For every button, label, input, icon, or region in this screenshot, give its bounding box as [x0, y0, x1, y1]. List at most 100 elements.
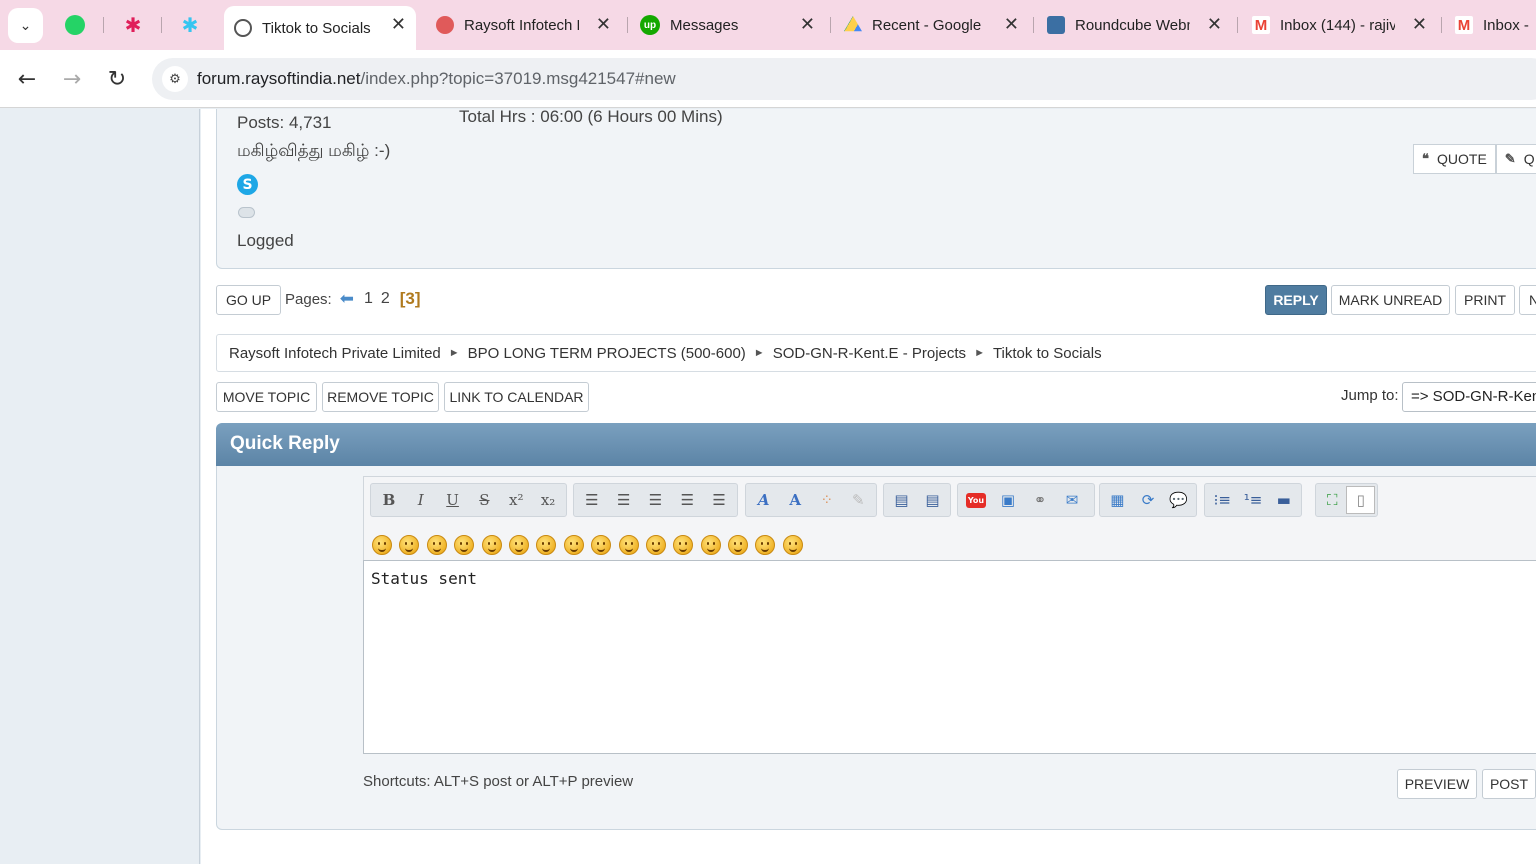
shocked-icon[interactable]: [536, 535, 557, 555]
tab-tiktok-to-socials[interactable]: Tiktok to Socials ✕: [224, 6, 416, 50]
youtube-icon[interactable]: You: [960, 486, 992, 514]
kiss-icon[interactable]: [755, 535, 776, 555]
back-button[interactable]: ←: [10, 62, 44, 96]
print-button[interactable]: PRINT: [1455, 285, 1515, 315]
mark-unread-button[interactable]: MARK UNREAD: [1331, 285, 1450, 315]
bold-icon[interactable]: B: [373, 486, 405, 514]
logged-label: Logged: [237, 231, 294, 250]
roll-eyes-icon[interactable]: [618, 535, 639, 555]
italic-icon[interactable]: I: [405, 486, 437, 514]
personal-message-icon[interactable]: [238, 207, 255, 218]
tab-roundcube-webmail[interactable]: Roundcube Webm ✕: [1047, 0, 1232, 50]
source-mode-icon[interactable]: ▯: [1346, 486, 1375, 514]
angry-icon[interactable]: [481, 535, 502, 555]
skype-icon[interactable]: S: [237, 174, 258, 195]
align-right-icon[interactable]: ☰: [671, 486, 703, 514]
strikethrough-icon[interactable]: S: [468, 486, 500, 514]
close-icon[interactable]: ✕: [800, 15, 815, 33]
move-topic-button[interactable]: MOVE TOPIC: [216, 382, 317, 412]
insert-image-icon[interactable]: ▣: [992, 486, 1024, 514]
subscript-icon[interactable]: x₂: [532, 486, 564, 514]
pinned-tab-slack-1[interactable]: ✱: [118, 10, 148, 40]
code-button-group: ▦ ⟳ 💬: [1099, 483, 1197, 517]
roundcube-icon: [1047, 16, 1065, 34]
breadcrumb-link-board-index[interactable]: Raysoft Infotech Private Limited: [229, 345, 441, 362]
smile-icon[interactable]: [372, 535, 392, 555]
close-icon[interactable]: ✕: [1412, 15, 1427, 33]
maximize-icon[interactable]: ⛶: [1318, 486, 1346, 514]
tab-gmail-inbox-2[interactable]: M Inbox -: [1455, 0, 1536, 50]
insert-table-icon[interactable]: ▦: [1102, 486, 1133, 514]
insert-link-icon[interactable]: ⚭: [1024, 486, 1056, 514]
page-left-margin: [0, 109, 200, 864]
forward-button[interactable]: →: [55, 62, 89, 96]
notify-button[interactable]: N: [1519, 285, 1536, 315]
page-link-1[interactable]: 1: [364, 290, 373, 308]
pre-align-icon[interactable]: ☰: [576, 486, 608, 514]
pinned-tab-slack-2[interactable]: ✱: [175, 10, 205, 40]
huh-icon[interactable]: [591, 535, 612, 555]
cool-icon[interactable]: [563, 535, 584, 555]
previous-page-icon[interactable]: ⬅: [340, 289, 354, 309]
reload-button[interactable]: ↻: [100, 62, 134, 96]
lips-sealed-icon[interactable]: [700, 535, 721, 555]
remove-format-icon[interactable]: ✎: [843, 486, 875, 514]
remove-topic-button[interactable]: REMOVE TOPIC: [322, 382, 439, 412]
breadcrumb-link-topic[interactable]: Tiktok to Socials: [993, 345, 1102, 362]
address-bar[interactable]: ⚙ forum.raysoftindia.net/index.php?topic…: [152, 58, 1536, 100]
cry-icon[interactable]: [782, 535, 803, 555]
underline-icon[interactable]: U: [437, 486, 469, 514]
preview-button[interactable]: PREVIEW: [1397, 769, 1477, 799]
insert-email-icon[interactable]: ✉: [1056, 486, 1088, 514]
pinned-tab-whatsapp[interactable]: [60, 10, 90, 40]
embarrassed-icon[interactable]: [673, 535, 694, 555]
float-right-icon[interactable]: ▤: [917, 486, 948, 514]
grin-icon[interactable]: [454, 535, 475, 555]
go-up-button[interactable]: GO UP: [216, 285, 282, 315]
quote-button[interactable]: ❝ QUOTE: [1413, 144, 1496, 174]
font-size-icon[interactable]: A: [780, 486, 812, 514]
tab-search-button[interactable]: ⌄: [8, 8, 43, 43]
float-left-icon[interactable]: ▤: [886, 486, 917, 514]
tab-messages[interactable]: up Messages ✕: [640, 0, 825, 50]
close-icon[interactable]: ✕: [1004, 15, 1019, 33]
breadcrumb-link-board[interactable]: SOD-GN-R-Kent.E - Projects: [773, 345, 966, 362]
post-button[interactable]: POST: [1482, 769, 1536, 799]
quick-edit-button[interactable]: ✎ Q: [1495, 144, 1536, 174]
close-icon[interactable]: ✕: [596, 15, 611, 33]
link-to-calendar-button[interactable]: LINK TO CALENDAR: [444, 382, 589, 412]
horizontal-rule-icon[interactable]: ▬: [1268, 486, 1299, 514]
wink-icon[interactable]: [399, 535, 420, 555]
site-settings-icon[interactable]: ⚙: [162, 66, 188, 92]
breadcrumb-link-category[interactable]: BPO LONG TERM PROJECTS (500-600): [468, 345, 746, 362]
align-left-icon[interactable]: ☰: [608, 486, 640, 514]
jump-to-select[interactable]: => SOD-GN-R-Kent.E - Projects: [1402, 382, 1536, 412]
font-face-icon[interactable]: A: [748, 486, 780, 514]
jump-to-label: Jump to:: [1341, 387, 1399, 404]
tongue-icon[interactable]: [645, 535, 666, 555]
bulleted-list-icon[interactable]: ⁝≡: [1207, 486, 1238, 514]
sad-icon[interactable]: [508, 535, 529, 555]
insert-quote-icon[interactable]: 💬: [1163, 486, 1194, 514]
message-textarea[interactable]: Status sent: [363, 560, 1536, 754]
tab-gmail-inbox[interactable]: M Inbox (144) - rajiv ✕: [1252, 0, 1437, 50]
numbered-list-icon[interactable]: ¹≡: [1238, 486, 1269, 514]
quick-reply-header[interactable]: Quick Reply: [216, 423, 1536, 466]
align-justify-icon[interactable]: ☰: [703, 486, 735, 514]
url-host: forum.raysoftindia.net: [197, 69, 361, 88]
font-color-icon[interactable]: ⁘: [811, 486, 843, 514]
tab-raysoft-infotech[interactable]: Raysoft Infotech P ✕: [436, 0, 621, 50]
url-path: /index.php?topic=37019.msg421547#new: [360, 69, 676, 88]
cheesy-icon[interactable]: [426, 535, 447, 555]
align-center-icon[interactable]: ☰: [640, 486, 672, 514]
close-icon[interactable]: ✕: [1207, 15, 1222, 33]
undecided-icon[interactable]: [728, 535, 749, 555]
url-text[interactable]: forum.raysoftindia.net/index.php?topic=3…: [197, 69, 676, 89]
superscript-icon[interactable]: x²: [500, 486, 532, 514]
reply-button[interactable]: REPLY: [1265, 285, 1327, 315]
tab-title: Recent - Google Dr: [872, 16, 984, 34]
page-link-2[interactable]: 2: [381, 290, 390, 308]
tab-google-drive[interactable]: Recent - Google Dr ✕: [844, 0, 1029, 50]
close-icon[interactable]: ✕: [391, 15, 406, 33]
insert-code-icon[interactable]: ⟳: [1133, 486, 1164, 514]
